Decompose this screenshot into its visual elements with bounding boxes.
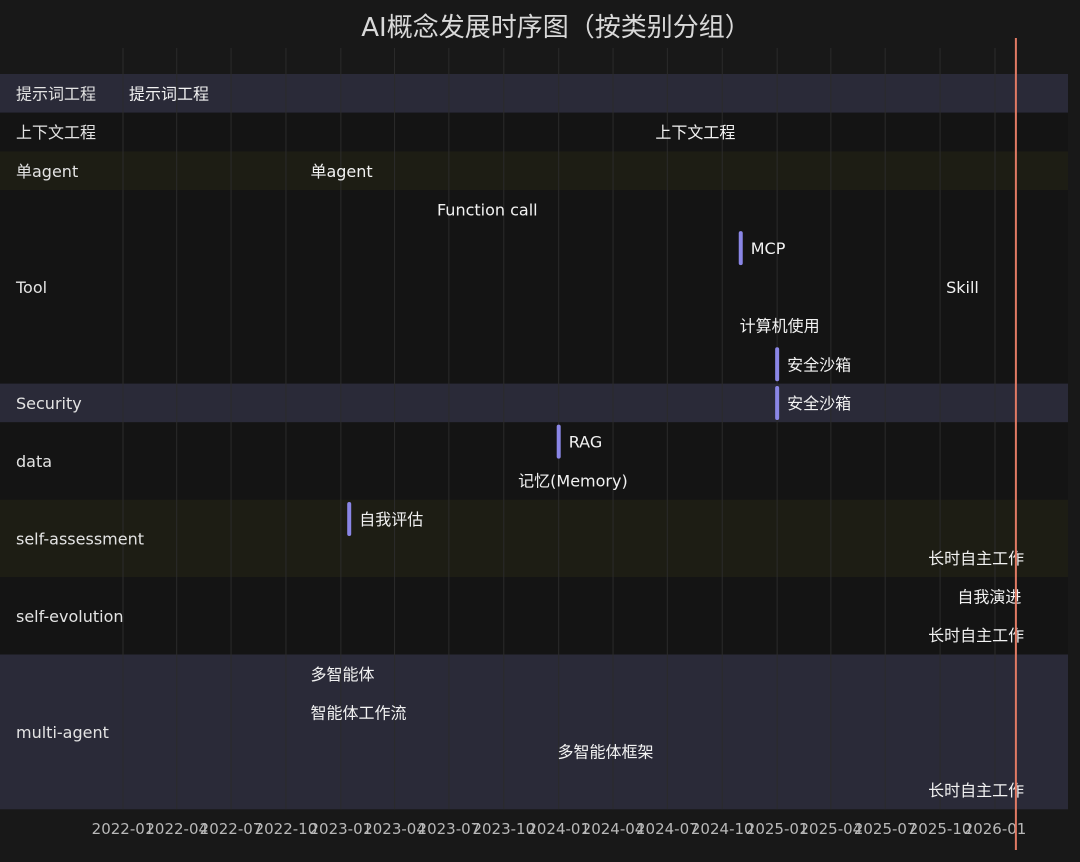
section-band: [0, 112, 1068, 152]
milestone-marker: [775, 347, 780, 382]
x-axis-ticks: 2022-012022-042022-072022-102023-012023-…: [92, 820, 1027, 838]
task-label: 上下文工程: [655, 123, 735, 142]
section-label: self-evolution: [16, 607, 124, 626]
task-label: Skill: [946, 278, 979, 297]
milestone-marker: [347, 502, 352, 537]
section-label: data: [16, 452, 52, 471]
section-band: [0, 654, 1068, 810]
task-label: Function call: [437, 200, 538, 219]
task-label: 多智能体: [310, 665, 374, 684]
section-label: Security: [16, 394, 82, 413]
section-bands: [0, 74, 1068, 810]
x-tick-label: 2025-07: [854, 820, 917, 838]
task-label: 自我评估: [359, 510, 423, 529]
task-label: 计算机使用: [740, 317, 820, 336]
x-tick-label: 2022-07: [200, 820, 263, 838]
milestone-marker: [738, 231, 743, 266]
section-band: [0, 577, 1068, 655]
x-tick-label: 2023-10: [472, 820, 535, 838]
task-label: 智能体工作流: [310, 704, 406, 723]
task-label: 记忆(Memory): [518, 471, 628, 490]
x-tick-label: 2025-10: [909, 820, 972, 838]
x-tick-label: 2024-07: [636, 820, 699, 838]
gantt-chart: AI概念发展时序图（按类别分组） 提示词工程上下文工程单agent Tool Sec…: [0, 13, 1068, 850]
task-label: 长时自主工作: [928, 626, 1024, 645]
section-label: 上下文工程: [16, 123, 96, 142]
section-label: Tool: [15, 278, 47, 297]
section-band: [0, 383, 1068, 423]
section-label: 单agent: [16, 162, 78, 181]
milestone-marker: [556, 424, 561, 459]
task-label: 安全沙箱: [787, 394, 851, 413]
task-label: 安全沙箱: [787, 355, 851, 374]
x-tick-label: 2024-01: [527, 820, 590, 838]
task-label: MCP: [751, 239, 786, 258]
task-label: 长时自主工作: [928, 781, 1024, 800]
task-label: RAG: [569, 433, 603, 452]
task-label: 提示词工程: [129, 84, 209, 103]
section-label: 提示词工程: [16, 84, 96, 103]
task-label: 单agent: [310, 162, 372, 181]
task-label: 多智能体框架: [558, 742, 654, 761]
section-label: self-assessment: [16, 529, 144, 548]
task-label: 长时自主工作: [928, 549, 1024, 568]
section-label: multi-agent: [16, 723, 109, 742]
x-tick-label: 2025-04: [800, 820, 863, 838]
x-tick-label: 2022-04: [145, 820, 208, 838]
x-tick-label: 2023-07: [418, 820, 481, 838]
section-band: [0, 151, 1068, 191]
x-tick-label: 2026-01: [964, 820, 1027, 838]
x-tick-label: 2024-10: [691, 820, 754, 838]
task-label: 自我演进: [957, 587, 1021, 606]
milestone-marker: [775, 385, 780, 420]
x-tick-label: 2024-04: [582, 820, 645, 838]
x-tick-label: 2023-04: [363, 820, 426, 838]
chart-title: AI概念发展时序图（按类别分组）: [361, 13, 750, 43]
section-band: [0, 499, 1068, 578]
x-tick-label: 2022-10: [255, 820, 318, 838]
